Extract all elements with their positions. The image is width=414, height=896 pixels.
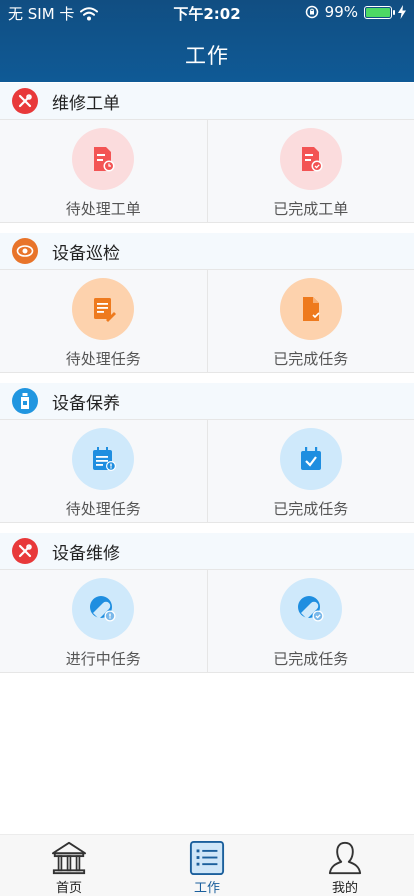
completed-maintenance-button[interactable]: 已完成任务 [206,420,414,522]
section-header: 设备维修 [0,533,414,569]
eye-icon [12,238,38,264]
pending-orders-button[interactable]: 待处理工单 [0,120,207,222]
section-repair-orders: 维修工单 待处理工单 已完成工单 [0,83,414,223]
cell-label: 已完成任务 [273,350,349,368]
wrench-screwdriver-icon [12,538,38,564]
oil-bottle-icon [12,388,38,414]
section-header: 维修工单 [0,83,414,119]
pending-document-icon [72,128,135,190]
in-progress-repair-button[interactable]: 进行中任务 [0,570,207,672]
battery-percent: 99% [324,3,358,21]
section-grid: 待处理工单 已完成工单 [0,119,414,223]
cell-label: 已完成工单 [273,200,349,218]
charging-bolt-icon [398,5,406,19]
completed-file-icon [279,278,342,340]
pending-note-icon [72,278,135,340]
home-building-icon [51,841,87,875]
orientation-lock-icon [305,5,318,19]
section-title: 维修工单 [52,93,120,114]
tab-work[interactable]: 工作 [138,835,276,896]
app-header: 无 SIM 卡 下午2:02 99% 工作 [0,0,414,82]
cell-label: 待处理任务 [65,350,141,368]
completed-wrench-icon [279,578,342,640]
section-inspection: 设备巡检 待处理任务 已完成任务 [0,233,414,373]
section-grid: 待处理任务 已完成任务 [0,419,414,523]
section-title: 设备保养 [52,393,120,414]
completed-repair-button[interactable]: 已完成任务 [206,570,414,672]
pending-calendar-icon [72,428,135,490]
completed-inspection-button[interactable]: 已完成任务 [206,270,414,372]
section-grid: 进行中任务 已完成任务 [0,569,414,673]
section-title: 设备维修 [52,543,120,564]
pending-inspection-button[interactable]: 待处理任务 [0,270,207,372]
cell-label: 已完成任务 [273,650,349,668]
section-header: 设备巡检 [0,233,414,269]
battery-icon [364,5,395,19]
status-bar: 无 SIM 卡 下午2:02 99% [0,0,414,26]
completed-document-icon [279,128,342,190]
bottom-tab-bar: 首页 工作 我的 [0,834,414,896]
section-header: 设备保养 [0,383,414,419]
cell-label: 待处理任务 [65,500,141,518]
cell-label: 进行中任务 [65,650,141,668]
cell-label: 待处理工单 [65,200,141,218]
page-title: 工作 [185,44,229,68]
work-list-icon [189,840,225,876]
user-profile-icon [328,841,362,875]
wrench-screwdriver-icon [12,88,38,114]
pending-maintenance-button[interactable]: 待处理任务 [0,420,207,522]
section-grid: 待处理任务 已完成任务 [0,269,414,373]
tab-label: 我的 [331,881,358,896]
section-title: 设备巡检 [52,243,120,264]
tab-profile[interactable]: 我的 [276,835,414,896]
completed-orders-button[interactable]: 已完成工单 [206,120,414,222]
tab-label: 首页 [55,881,82,896]
tab-label: 工作 [193,881,220,896]
section-maintenance: 设备保养 待处理任务 已完成任务 [0,383,414,523]
status-right: 99% [305,3,406,21]
section-equipment-repair: 设备维修 进行中任务 已完成任务 [0,533,414,673]
tab-home[interactable]: 首页 [0,835,138,896]
in-progress-wrench-icon [72,578,135,640]
cell-label: 已完成任务 [273,500,349,518]
completed-calendar-icon [279,428,342,490]
